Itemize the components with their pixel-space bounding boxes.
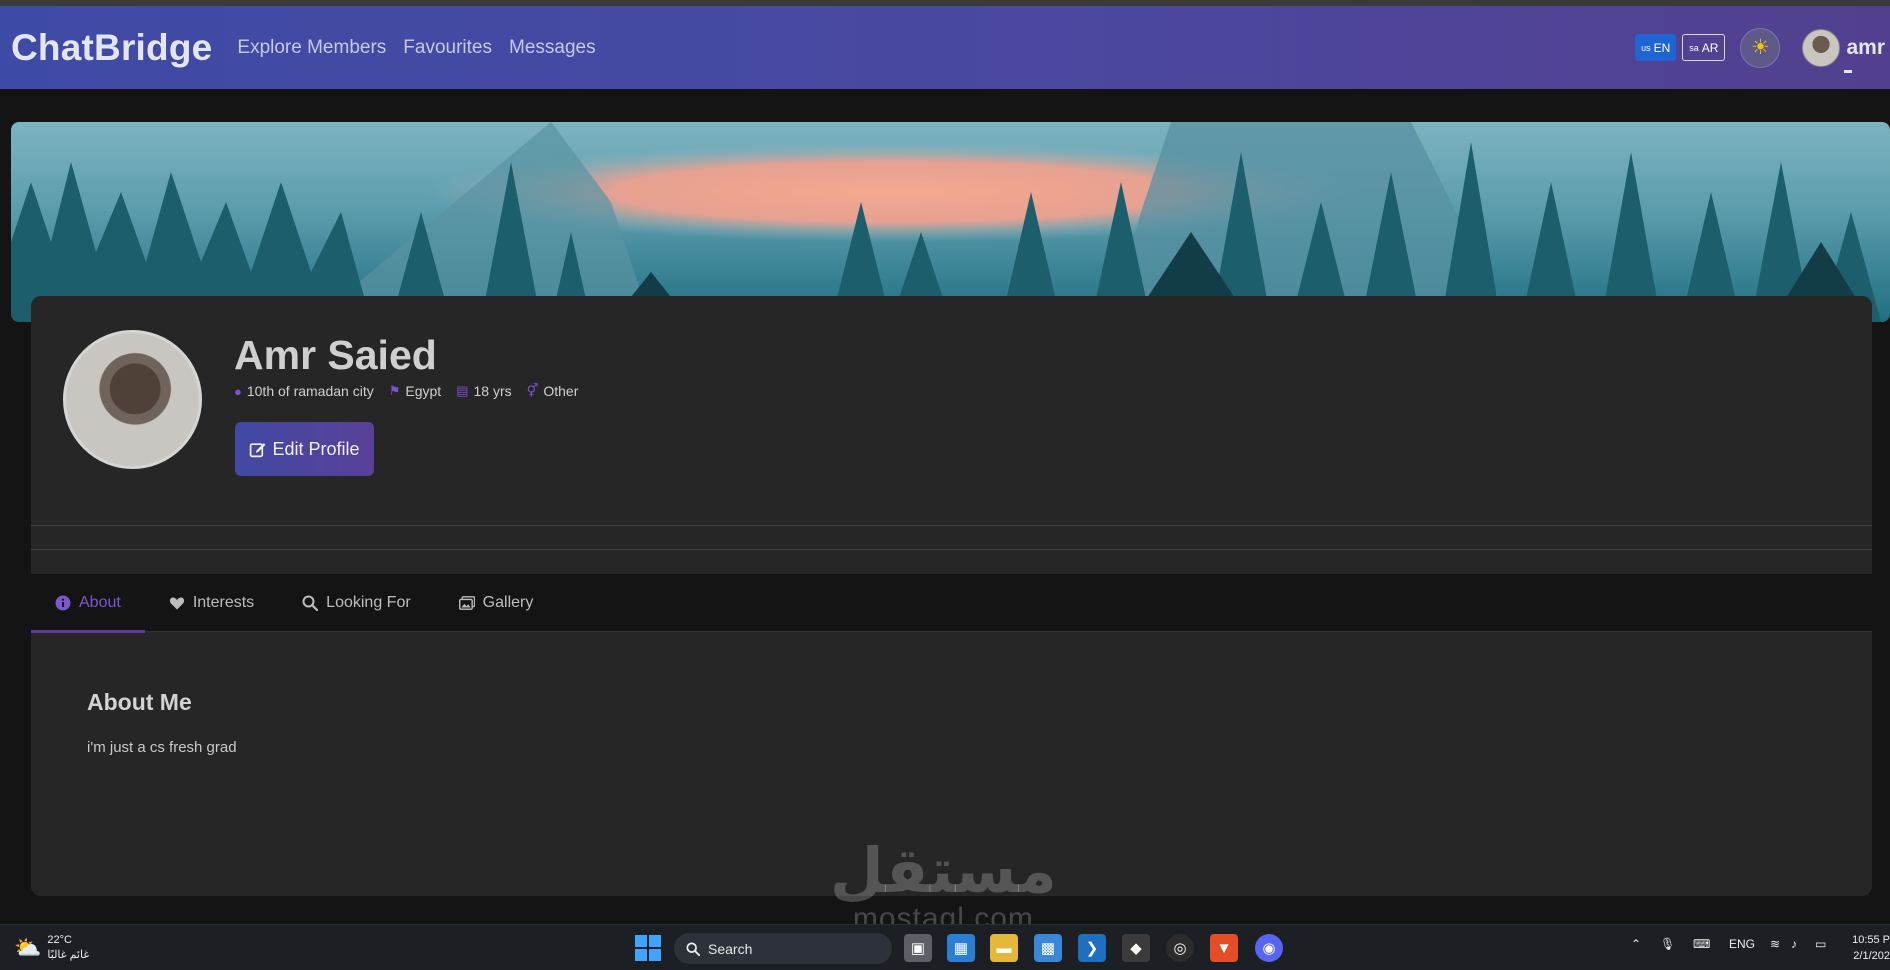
heart-icon [169, 597, 184, 610]
cloud-sun-icon: ⛅ [14, 935, 42, 960]
keyboard-icon[interactable]: ⌨ [1693, 937, 1710, 951]
chevron-up-icon[interactable]: ⌃ [1631, 937, 1641, 951]
nav-right: us EN sa AR ☀ amr [1635, 6, 1890, 89]
nav-link-explore-members[interactable]: Explore Members [237, 37, 386, 59]
file-explorer-icon[interactable]: ▬ [990, 934, 1018, 962]
profile-card: Amr Saied ● 10th of ramadan city ⚑ Egypt… [31, 296, 1872, 896]
widgets-icon[interactable]: ▦ [947, 934, 975, 962]
tab-about[interactable]: About [31, 574, 145, 633]
nav-link-favourites[interactable]: Favourites [403, 37, 492, 59]
location-text: 10th of ramadan city [246, 383, 374, 399]
store-icon[interactable]: ▩ [1034, 934, 1062, 962]
divider [31, 525, 1872, 526]
taskbar-search-label: Search [708, 940, 753, 957]
volume-icon[interactable]: ♪ [1791, 937, 1797, 951]
chevron-down-icon [1844, 69, 1853, 73]
sun-icon: ☀ [1751, 36, 1770, 59]
search-icon [302, 595, 319, 611]
profile-tabs: About Interests Looking For Gallery [31, 574, 1872, 633]
profile-name: Amr Saied [234, 332, 437, 378]
birthday-cake-icon: ▤ [456, 383, 469, 398]
language-en-label: EN [1653, 40, 1671, 55]
theme-toggle-button[interactable]: ☀ [1740, 27, 1781, 68]
watermark: مستقل mostaql.com [830, 840, 1057, 936]
us-flag-icon: us [1641, 42, 1651, 53]
tab-interests[interactable]: Interests [145, 574, 278, 632]
tab-interests-label: Interests [192, 594, 255, 611]
clock-date: 2/1/202 [1853, 950, 1890, 962]
gender-text: Other [543, 383, 579, 399]
tab-gallery-label: Gallery [482, 594, 534, 611]
brand-logo[interactable]: ChatBridge [11, 27, 212, 69]
language-ar-button[interactable]: sa AR [1682, 34, 1726, 61]
temperature: 22°C [47, 934, 72, 946]
edit-icon [250, 442, 266, 457]
brave-browser-icon[interactable]: ▼ [1210, 934, 1238, 962]
edit-profile-label: Edit Profile [272, 438, 360, 459]
age-info: ▤ 18 yrs [456, 383, 511, 399]
taskbar-search[interactable]: Search [674, 933, 892, 964]
nav-link-messages[interactable]: Messages [509, 37, 596, 59]
edit-profile-button[interactable]: Edit Profile [235, 422, 374, 476]
map-marker-icon: ● [234, 383, 242, 399]
tab-gallery[interactable]: Gallery [435, 574, 558, 632]
nav-links: Explore Members Favourites Messages [237, 37, 595, 59]
divider [31, 549, 1872, 550]
location-info: ● 10th of ramadan city [234, 383, 374, 399]
info-circle-icon [55, 595, 71, 611]
top-navbar: ChatBridge Explore Members Favourites Me… [0, 6, 1890, 89]
about-title: About Me [87, 689, 192, 715]
country-info: ⚑ Egypt [389, 383, 441, 399]
language-ar-label: AR [1701, 40, 1719, 55]
forest-landscape-image [11, 122, 1890, 322]
avatar [1802, 28, 1841, 67]
username: amr [1846, 35, 1885, 59]
tab-about-label: About [79, 594, 121, 611]
dell-icon[interactable]: ◎ [1166, 934, 1194, 962]
os-taskbar: ⛅ 22°C غائم غالبًا Search ▣ ▦ ▬ ▩ ❯ ◆ ◎ … [0, 924, 1890, 970]
profile-avatar [63, 330, 202, 469]
sa-flag-icon: sa [1689, 42, 1699, 53]
profile-meta: ● 10th of ramadan city ⚑ Egypt ▤ 18 yrs … [234, 383, 578, 399]
terminal-icon[interactable]: ◆ [1122, 934, 1150, 962]
cover-banner [11, 122, 1890, 322]
about-text: i'm just a cs fresh grad [87, 739, 237, 756]
user-menu[interactable]: amr [1802, 28, 1885, 73]
wifi-icon[interactable]: ≋ [1770, 937, 1780, 951]
weather-description: غائم غالبًا [47, 949, 90, 961]
discord-icon[interactable]: ◉ [1255, 934, 1283, 962]
windows-start-icon[interactable] [635, 935, 661, 961]
tab-looking-for[interactable]: Looking For [278, 574, 435, 632]
microphone-icon[interactable]: 🎙 [1660, 937, 1675, 951]
weather-widget[interactable]: ⛅ 22°C غائم غالبًا [14, 933, 89, 963]
vscode-icon[interactable]: ❯ [1078, 934, 1106, 962]
genderless-icon: ⚥ [526, 383, 539, 398]
battery-icon[interactable]: ▭ [1815, 937, 1826, 951]
watermark-arabic: مستقل [830, 834, 1057, 907]
input-language[interactable]: ENG [1729, 937, 1755, 951]
system-clock[interactable]: 10:55 P 2/1/202 [1848, 932, 1890, 964]
search-icon [686, 941, 700, 956]
age-text: 18 yrs [473, 383, 512, 399]
clock-time: 10:55 P [1852, 934, 1890, 946]
flag-icon: ⚑ [388, 383, 401, 398]
language-en-button[interactable]: us EN [1635, 34, 1677, 61]
images-icon [458, 596, 475, 610]
country-text: Egypt [405, 383, 442, 399]
weather-text: 22°C غائم غالبًا [47, 933, 89, 963]
gender-info: ⚥ Other [527, 383, 579, 399]
task-view-icon[interactable]: ▣ [904, 934, 932, 962]
tab-looking-for-label: Looking For [326, 594, 411, 611]
